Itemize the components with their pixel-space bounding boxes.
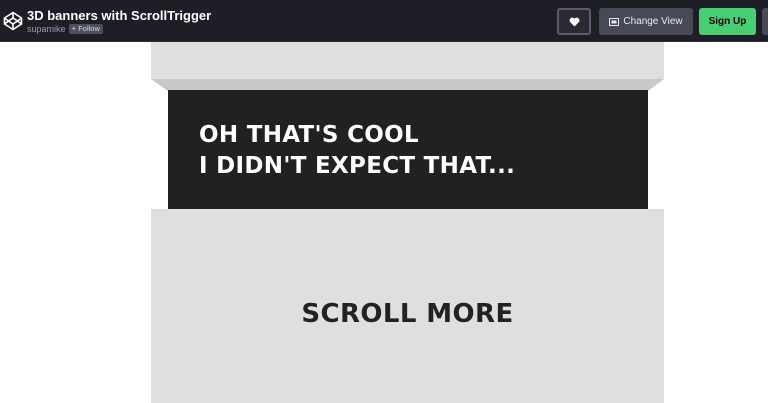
author-link[interactable]: supamike: [27, 23, 66, 35]
change-view-label: Change View: [623, 16, 683, 27]
change-view-button[interactable]: Change View: [599, 8, 693, 35]
follow-button[interactable]: + Follow: [68, 24, 103, 34]
heart-icon: [569, 17, 579, 27]
log-in-button[interactable]: [762, 8, 768, 35]
banner-text: OH THAT'S COOL I DIDN'T EXPECT THAT...: [199, 120, 515, 182]
banner-line-1: OH THAT'S COOL: [199, 122, 419, 148]
pen-preview: OH THAT'S COOL I DIDN'T EXPECT THAT... S…: [0, 42, 768, 403]
banner-panel-top: [151, 42, 664, 79]
pen-header: 3D banners with ScrollTrigger supamike +…: [0, 0, 768, 42]
codepen-logo-icon[interactable]: [3, 11, 23, 31]
sign-up-button[interactable]: Sign Up: [699, 8, 756, 35]
scroll-more-text: SCROLL MORE: [301, 299, 514, 329]
layout-icon: [609, 17, 620, 26]
author-row: supamike + Follow: [27, 23, 103, 35]
plus-icon: +: [71, 24, 77, 33]
banner-line-2: I DIDN'T EXPECT THAT...: [199, 153, 516, 179]
dark-banner: OH THAT'S COOL I DIDN'T EXPECT THAT...: [168, 90, 648, 209]
banner-panel-bottom: SCROLL MORE: [151, 209, 664, 403]
follow-label: Follow: [78, 24, 100, 33]
pen-title: 3D banners with ScrollTrigger: [27, 8, 212, 23]
heart-button[interactable]: [557, 8, 591, 35]
